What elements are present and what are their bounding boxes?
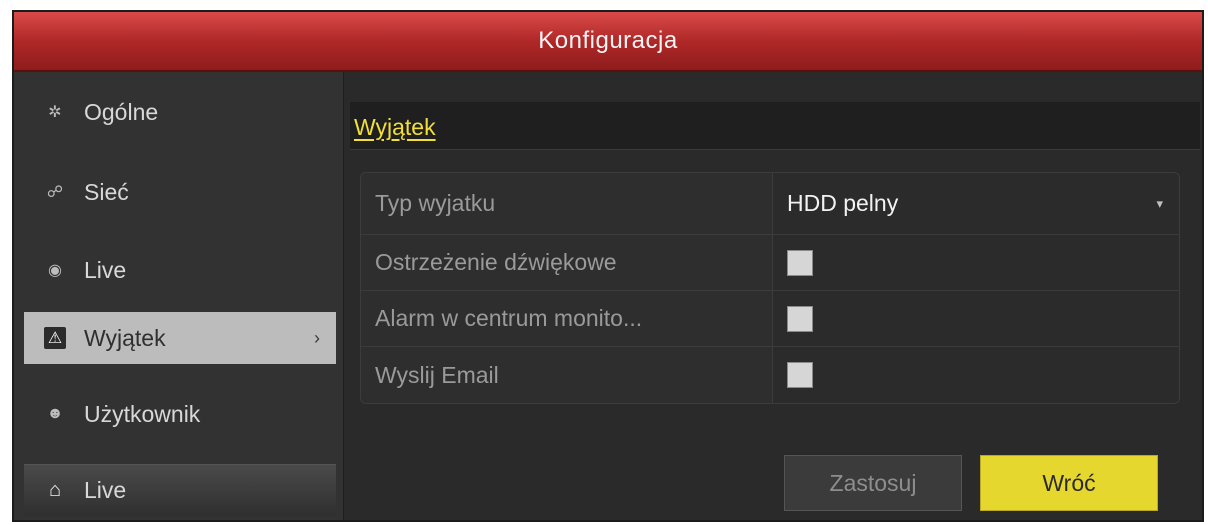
tab-exception[interactable]: Wyjątek <box>354 114 436 141</box>
exception-type-select[interactable]: HDD pelny ▾ <box>773 173 1179 234</box>
send-email-cell <box>773 347 1179 403</box>
sidebar-item-user[interactable]: ☻ Użytkownik <box>24 388 336 440</box>
table-row: Wyslij Email <box>361 347 1179 403</box>
send-email-label: Wyslij Email <box>361 347 773 403</box>
sidebar: ✲ Ogólne ☍ Sieć ◉ Live ⚠ Wyjątek › ☻ Uży… <box>14 72 344 520</box>
sidebar-item-live[interactable]: ◉ Live <box>24 244 336 296</box>
audible-warning-checkbox[interactable] <box>787 249 813 276</box>
gear-icon: ✲ <box>48 104 62 121</box>
apply-button[interactable]: Zastosuj <box>784 455 962 511</box>
users-icon: ☻ <box>46 405 64 422</box>
main-panel: Wyjątek Typ wyjatku HDD pelny ▾ Ostrzeże… <box>350 100 1200 520</box>
sidebar-item-label: Sieć <box>84 178 129 205</box>
table-row: Ostrzeżenie dźwiękowe <box>361 235 1179 291</box>
sidebar-item-label: Użytkownik <box>84 400 201 427</box>
table-row: Typ wyjatku HDD pelny ▾ <box>361 173 1179 235</box>
sidebar-item-label: Ogólne <box>84 98 159 125</box>
select-value: HDD pelny <box>787 190 899 216</box>
exception-type-label: Typ wyjatku <box>361 173 773 234</box>
title-bar: Konfiguracja <box>14 12 1202 72</box>
sidebar-item-label: Live <box>84 256 127 283</box>
settings-table: Typ wyjatku HDD pelny ▾ Ostrzeżenie dźwi… <box>360 172 1180 404</box>
sidebar-item-label: Wyjątek <box>84 324 166 351</box>
send-email-checkbox[interactable] <box>787 362 813 388</box>
sidebar-item-exception[interactable]: ⚠ Wyjątek › <box>24 312 336 364</box>
audible-warning-cell <box>773 235 1179 290</box>
config-window: Konfiguracja ✲ Ogólne ☍ Sieć ◉ Live ⚠ Wy… <box>12 10 1204 522</box>
sidebar-live-home-button[interactable]: ⌂ Live <box>24 464 336 516</box>
eye-icon: ◉ <box>48 262 62 279</box>
warning-icon: ⚠ <box>44 327 66 349</box>
sidebar-item-network[interactable]: ☍ Sieć <box>24 166 336 218</box>
back-button[interactable]: Wróć <box>980 455 1158 511</box>
sidebar-item-label: Live <box>84 477 127 503</box>
audible-warning-label: Ostrzeżenie dźwiękowe <box>361 235 773 290</box>
monitoring-alarm-label: Alarm w centrum monito... <box>361 291 773 346</box>
tab-bar: Wyjątek <box>350 102 1200 150</box>
monitoring-alarm-cell <box>773 291 1179 346</box>
window-title: Konfiguracja <box>538 27 678 54</box>
chevron-right-icon: › <box>314 327 320 348</box>
network-icon: ☍ <box>46 184 64 201</box>
table-row: Alarm w centrum monito... <box>361 291 1179 347</box>
chevron-down-icon: ▾ <box>1156 195 1163 211</box>
home-icon: ⌂ <box>48 479 62 501</box>
monitoring-alarm-checkbox[interactable] <box>787 305 813 332</box>
sidebar-item-general[interactable]: ✲ Ogólne <box>24 86 336 138</box>
